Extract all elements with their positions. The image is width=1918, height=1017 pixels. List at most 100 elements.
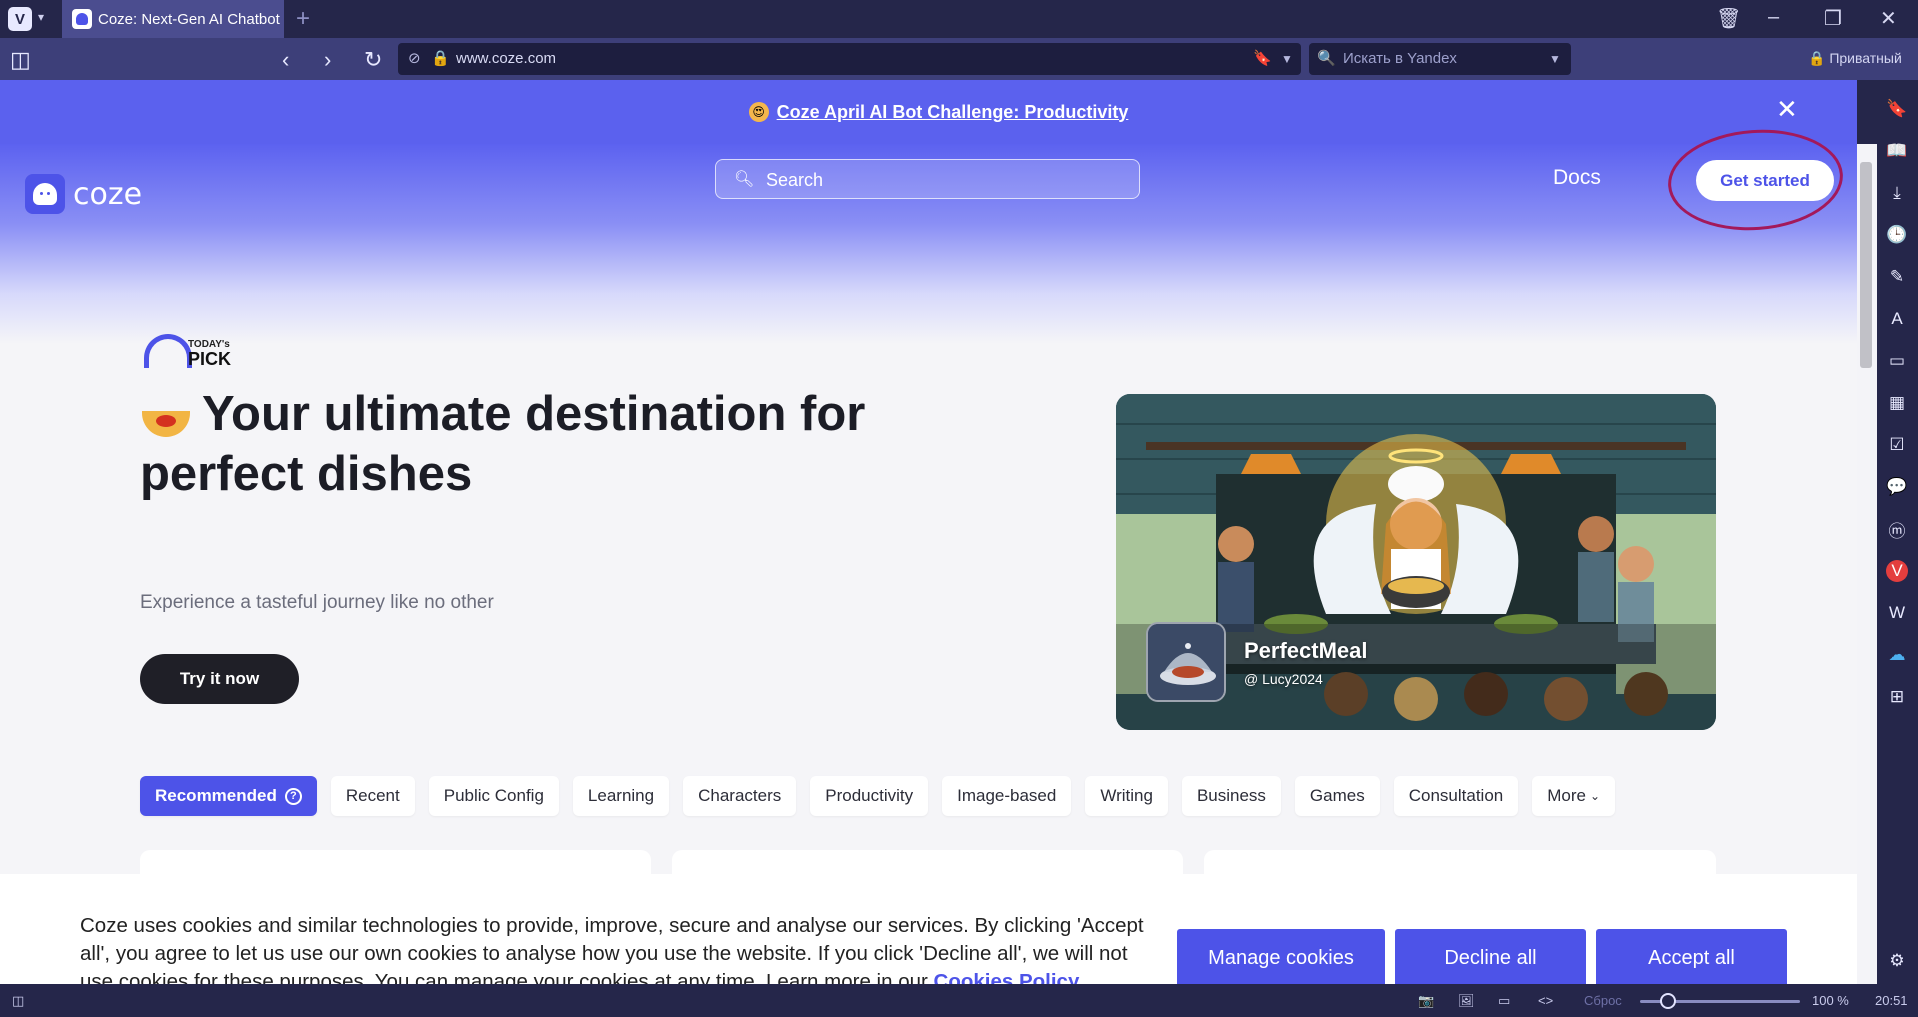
private-label: Приватный xyxy=(1829,50,1902,66)
coze-logo-icon xyxy=(25,174,65,214)
tab-consultation[interactable]: Consultation xyxy=(1393,776,1519,816)
tab-games[interactable]: Games xyxy=(1294,776,1380,816)
add-panel-icon[interactable]: ⊞ xyxy=(1886,686,1908,708)
logo-text: coze xyxy=(73,176,143,212)
search-engine-field[interactable]: 🔍 Искать в Yandex ▼ xyxy=(1309,43,1571,75)
tab-learning[interactable]: Learning xyxy=(572,776,670,816)
ramen-bowl-icon xyxy=(140,395,192,439)
image-toggle-icon[interactable]: 🖼 xyxy=(1458,993,1475,1009)
page-scrollbar[interactable] xyxy=(1857,144,1877,984)
browser-window: V ▾ Coze: Next-Gen AI Chatbot + 🗑 – ❐ ✕ … xyxy=(0,0,1918,1017)
tab-writing[interactable]: Writing xyxy=(1085,776,1168,816)
tiling-icon[interactable]: ▭ xyxy=(1498,993,1510,1009)
accept-all-button[interactable]: Accept all xyxy=(1596,929,1787,984)
chevron-down-icon[interactable]: ▾ xyxy=(38,10,44,24)
scroll-thumb[interactable] xyxy=(1860,162,1872,368)
hero-title: Your ultimate destination for perfect di… xyxy=(140,387,866,501)
featured-bot-author: @ Lucy2024 xyxy=(1244,671,1323,687)
zoom-level: 100 % xyxy=(1812,993,1849,1008)
badge-big-text: PICK xyxy=(188,349,232,369)
coze-favicon-icon xyxy=(72,9,92,29)
new-tab-icon[interactable]: + xyxy=(296,5,310,33)
restore-icon[interactable]: ❐ xyxy=(1824,6,1842,31)
close-icon[interactable]: ✕ xyxy=(1776,94,1798,125)
category-tabs: Recommended? Recent Public Config Learni… xyxy=(140,776,1616,816)
settings-icon[interactable]: ⚙ xyxy=(1886,950,1908,972)
feeds-icon[interactable]: 💬 xyxy=(1886,476,1908,498)
help-icon[interactable]: ? xyxy=(284,787,302,805)
web-page: 😍 Coze April AI Bot Challenge: Productiv… xyxy=(0,80,1857,984)
url-text: www.coze.com xyxy=(456,50,557,67)
badge-arc-icon xyxy=(144,334,192,368)
vivaldi-menu-button[interactable]: V xyxy=(8,7,32,31)
side-panel: 🔖 📖 ⤓ 🕒 ✎ A ▭ ▦ ☑ 💬 ⓜ V W ☁ ⊞ ⚙ xyxy=(1877,80,1918,984)
translate-icon[interactable]: A xyxy=(1886,308,1908,330)
featured-bot-name: PerfectMeal xyxy=(1244,638,1368,663)
featured-bot-card[interactable]: PerfectMeal @ Lucy2024 xyxy=(1116,394,1716,730)
tab-coze[interactable]: Coze: Next-Gen AI Chatbot xyxy=(62,0,284,38)
chevron-down-icon[interactable]: ▼ xyxy=(1281,52,1293,66)
try-it-now-button[interactable]: Try it now xyxy=(140,654,299,704)
tab-recommended[interactable]: Recommended? xyxy=(140,776,317,816)
back-icon[interactable]: ‹ xyxy=(282,47,289,73)
tab-productivity[interactable]: Productivity xyxy=(810,776,929,816)
minimize-icon[interactable]: – xyxy=(1768,6,1779,29)
tab-business[interactable]: Business xyxy=(1181,776,1281,816)
tab-title: Coze: Next-Gen AI Chatbot xyxy=(98,10,280,28)
panel-toggle-icon[interactable]: ◫ xyxy=(12,993,24,1009)
window-panel-icon[interactable]: ▭ xyxy=(1886,350,1908,372)
zoom-reset[interactable]: Сброс xyxy=(1584,993,1622,1008)
code-icon[interactable]: <> xyxy=(1538,993,1553,1008)
calendar-icon[interactable]: ▦ xyxy=(1886,392,1908,414)
screenshot-icon[interactable]: 📷 xyxy=(1418,993,1434,1009)
private-mode-indicator: 🔒 Приватный xyxy=(1808,50,1902,66)
address-field[interactable]: ⊘ 🔒 www.coze.com 🔖 ▼ xyxy=(398,43,1301,75)
history-icon[interactable]: 🕒 xyxy=(1886,224,1908,246)
search-placeholder: Search xyxy=(766,170,824,190)
panel-toggle-icon[interactable]: ◫ xyxy=(10,47,31,73)
wikipedia-icon[interactable]: W xyxy=(1886,602,1908,624)
zoom-slider-handle[interactable] xyxy=(1660,993,1676,1009)
cookies-policy-link[interactable]: Cookies Policy xyxy=(934,970,1080,984)
cookie-consent-banner: Coze uses cookies and similar technologi… xyxy=(0,874,1857,984)
trash-icon[interactable]: 🗑 xyxy=(1716,6,1741,31)
search-engine-placeholder: Искать в Yandex xyxy=(1343,50,1457,67)
tracker-block-icon[interactable]: ⊘ xyxy=(408,49,421,67)
tab-public-config[interactable]: Public Config xyxy=(428,776,559,816)
tab-recent[interactable]: Recent xyxy=(330,776,415,816)
close-window-icon[interactable]: ✕ xyxy=(1880,6,1897,31)
mastodon-icon[interactable]: ⓜ xyxy=(1886,518,1908,541)
tasks-icon[interactable]: ☑ xyxy=(1886,434,1908,456)
hero-subtitle: Experience a tasteful journey like no ot… xyxy=(140,592,494,613)
lock-icon[interactable]: 🔒 xyxy=(431,49,450,67)
clock: 20:51 xyxy=(1875,993,1908,1008)
status-bar: ◫ 📷 🖼 ▭ <> Сброс 100 % 20:51 xyxy=(0,984,1918,1017)
cloud-icon[interactable]: ☁ xyxy=(1886,644,1908,666)
tab-characters[interactable]: Characters xyxy=(683,776,797,816)
vivaldi-icon[interactable]: V xyxy=(1886,560,1908,582)
banner-link[interactable]: Coze April AI Bot Challenge: Productivit… xyxy=(777,102,1129,123)
search-input[interactable]: 🔍︎ Search xyxy=(715,159,1140,199)
challenge-banner[interactable]: 😍 Coze April AI Bot Challenge: Productiv… xyxy=(0,80,1857,144)
coze-logo[interactable]: coze xyxy=(25,174,142,214)
todays-pick-badge: TODAY's PICK xyxy=(144,334,231,368)
downloads-icon[interactable]: ⤓ xyxy=(1886,182,1908,204)
chevron-down-icon: ⌄ xyxy=(1589,789,1601,803)
bookmark-icon[interactable]: 🔖 xyxy=(1253,49,1272,67)
search-icon: 🔍 xyxy=(1317,50,1336,67)
notes-icon[interactable]: ✎ xyxy=(1886,266,1908,288)
address-toolbar: ◫ ‹ › ↻ ⊘ 🔒 www.coze.com 🔖 ▼ 🔍 Искать в … xyxy=(0,38,1918,80)
search-icon: 🔍︎ xyxy=(734,171,755,188)
decline-all-button[interactable]: Decline all xyxy=(1395,929,1586,984)
reload-icon[interactable]: ↻ xyxy=(364,47,382,73)
emoji-icon: 😍 xyxy=(748,102,769,122)
tab-image-based[interactable]: Image-based xyxy=(942,776,1072,816)
reading-list-icon[interactable]: 📖 xyxy=(1886,140,1908,162)
bookmarks-panel-icon[interactable]: 🔖 xyxy=(1886,98,1908,120)
docs-link[interactable]: Docs xyxy=(1553,166,1601,190)
tab-more[interactable]: More ⌄ xyxy=(1532,776,1616,816)
manage-cookies-button[interactable]: Manage cookies xyxy=(1177,929,1385,984)
forward-icon[interactable]: › xyxy=(324,47,331,73)
chevron-down-icon[interactable]: ▼ xyxy=(1549,52,1561,66)
cookie-text: Coze uses cookies and similar technologi… xyxy=(80,912,1160,984)
